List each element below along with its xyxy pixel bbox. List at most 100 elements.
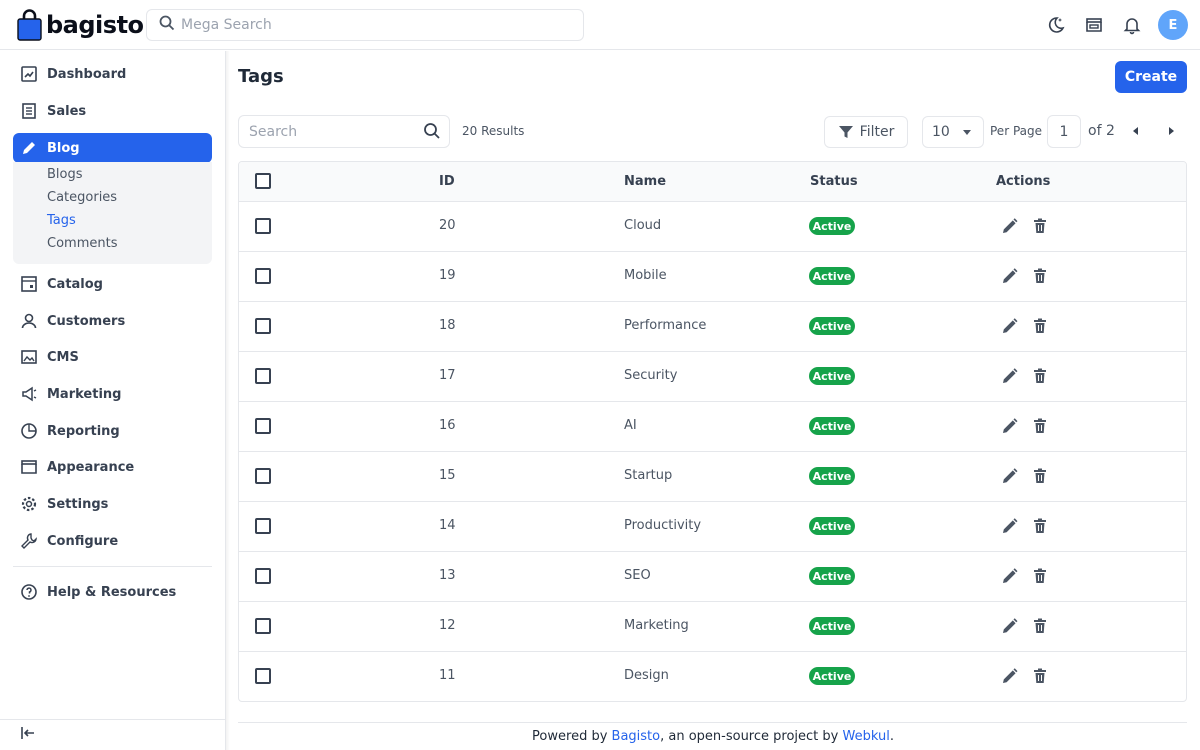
- status-badge: Active: [809, 517, 855, 535]
- pencil-icon: [19, 138, 39, 158]
- sidebar-subitem-tags[interactable]: Tags: [47, 213, 76, 228]
- edit-icon[interactable]: [1000, 666, 1020, 686]
- row-checkbox[interactable]: [255, 368, 271, 384]
- status-badge: Active: [809, 217, 855, 235]
- column-header-id[interactable]: ID: [439, 174, 455, 189]
- sidebar-item-cms[interactable]: CMS: [13, 342, 212, 372]
- edit-icon[interactable]: [1000, 366, 1020, 386]
- row-checkbox[interactable]: [255, 318, 271, 334]
- row-checkbox[interactable]: [255, 618, 271, 634]
- trash-icon[interactable]: [1030, 616, 1050, 636]
- tags-table: ID Name Status Actions 20 Cloud Active 19 Mo…: [238, 161, 1187, 702]
- table-search-box[interactable]: [238, 115, 450, 148]
- edit-icon[interactable]: [1000, 216, 1020, 236]
- select-all-checkbox[interactable]: [255, 173, 271, 189]
- sidebar-subitem-comments[interactable]: Comments: [47, 236, 117, 251]
- shopping-bag-icon: [17, 9, 42, 41]
- megaphone-icon: [19, 384, 39, 404]
- page-title: Tags: [238, 66, 284, 87]
- cell-name: Startup: [624, 468, 673, 483]
- edit-icon[interactable]: [1000, 316, 1020, 336]
- column-header-name[interactable]: Name: [624, 174, 666, 189]
- edit-icon[interactable]: [1000, 266, 1020, 286]
- mega-search-box[interactable]: [146, 9, 584, 41]
- status-badge: Active: [809, 267, 855, 285]
- sidebar-item-configure[interactable]: Configure: [13, 526, 212, 556]
- sidebar-item-marketing[interactable]: Marketing: [13, 379, 212, 409]
- footer-text: Powered by: [532, 729, 612, 744]
- caret-down-icon: [963, 130, 971, 135]
- sidebar-item-dashboard[interactable]: Dashboard: [13, 59, 212, 89]
- dashboard-icon: [19, 64, 39, 84]
- footer-divider: [238, 722, 1187, 723]
- trash-icon[interactable]: [1030, 216, 1050, 236]
- table-row: 11 Design Active: [239, 652, 1186, 701]
- prev-page-icon[interactable]: [1129, 124, 1143, 138]
- sidebar-item-label: Help & Resources: [47, 584, 177, 600]
- sidebar-item-help[interactable]: Help & Resources: [13, 577, 212, 607]
- edit-icon[interactable]: [1000, 416, 1020, 436]
- edit-icon[interactable]: [1000, 516, 1020, 536]
- edit-icon[interactable]: [1000, 616, 1020, 636]
- webkul-link[interactable]: Webkul: [842, 729, 889, 744]
- user-avatar[interactable]: E: [1158, 10, 1188, 40]
- mega-search-input[interactable]: [181, 17, 561, 33]
- row-checkbox[interactable]: [255, 268, 271, 284]
- sidebar-item-sales[interactable]: Sales: [13, 96, 212, 126]
- sidebar-item-catalog[interactable]: Catalog: [13, 269, 212, 299]
- footer-text: .: [889, 729, 894, 744]
- trash-icon[interactable]: [1030, 266, 1050, 286]
- cell-id: 19: [439, 268, 456, 283]
- per-page-select[interactable]: 10: [922, 116, 984, 148]
- storefront-icon: [19, 457, 39, 477]
- filter-button[interactable]: Filter: [824, 116, 908, 148]
- search-icon: [159, 15, 175, 35]
- brand-logo[interactable]: bagisto: [17, 9, 144, 41]
- cell-id: 16: [439, 418, 456, 433]
- row-checkbox[interactable]: [255, 418, 271, 434]
- trash-icon[interactable]: [1030, 516, 1050, 536]
- sidebar-divider: [13, 566, 212, 567]
- trash-icon[interactable]: [1030, 316, 1050, 336]
- sidebar-subitem-blogs[interactable]: Blogs: [47, 167, 83, 182]
- sidebar-item-label: Configure: [47, 533, 119, 549]
- next-page-icon[interactable]: [1164, 124, 1178, 138]
- storefront-icon[interactable]: [1078, 9, 1110, 41]
- trash-icon[interactable]: [1030, 566, 1050, 586]
- edit-icon[interactable]: [1000, 566, 1020, 586]
- dark-mode-icon[interactable]: [1040, 9, 1072, 41]
- trash-icon[interactable]: [1030, 666, 1050, 686]
- trash-icon[interactable]: [1030, 466, 1050, 486]
- sidebar-item-label: Customers: [47, 313, 126, 329]
- search-icon[interactable]: [423, 122, 441, 144]
- edit-icon[interactable]: [1000, 466, 1020, 486]
- table-row: 18 Performance Active: [239, 302, 1186, 352]
- column-header-actions: Actions: [996, 174, 1051, 189]
- bell-icon[interactable]: [1116, 9, 1148, 41]
- sidebar-item-blog[interactable]: Blog: [13, 133, 212, 163]
- row-checkbox[interactable]: [255, 518, 271, 534]
- row-checkbox[interactable]: [255, 568, 271, 584]
- create-button[interactable]: Create: [1115, 61, 1187, 93]
- table-row: 13 SEO Active: [239, 552, 1186, 602]
- sidebar-item-appearance[interactable]: Appearance: [13, 452, 212, 482]
- sidebar-subitem-categories[interactable]: Categories: [47, 190, 117, 205]
- cell-name: Design: [624, 668, 669, 683]
- row-checkbox[interactable]: [255, 468, 271, 484]
- column-header-status[interactable]: Status: [810, 174, 858, 189]
- cell-name: Marketing: [624, 618, 689, 633]
- footer-text: , an open-source project by: [660, 729, 843, 744]
- sidebar-item-label: Blog: [47, 140, 80, 156]
- bagisto-link[interactable]: Bagisto: [612, 729, 661, 744]
- trash-icon[interactable]: [1030, 366, 1050, 386]
- sidebar-item-reporting[interactable]: Reporting: [13, 416, 212, 446]
- cell-name: Cloud: [624, 218, 662, 233]
- row-checkbox[interactable]: [255, 668, 271, 684]
- cell-name: Performance: [624, 318, 707, 333]
- sidebar-item-customers[interactable]: Customers: [13, 306, 212, 336]
- trash-icon[interactable]: [1030, 416, 1050, 436]
- sidebar-item-settings[interactable]: Settings: [13, 489, 212, 519]
- page-number-input[interactable]: 1: [1047, 115, 1081, 148]
- table-search-input[interactable]: [249, 123, 409, 140]
- row-checkbox[interactable]: [255, 218, 271, 234]
